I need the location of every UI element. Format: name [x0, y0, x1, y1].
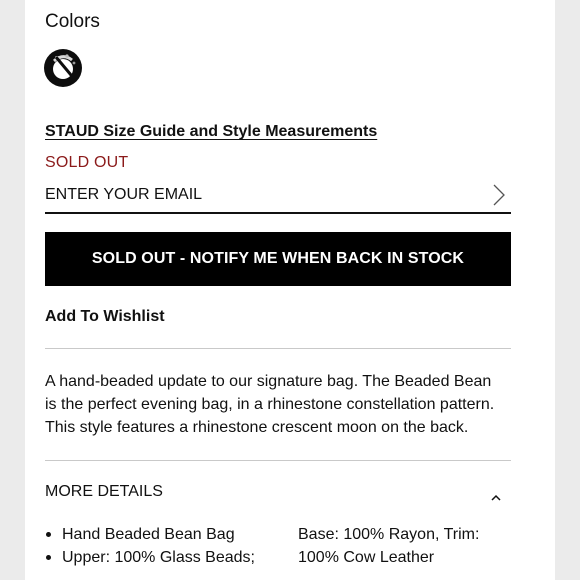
rhinestone-swatch-icon: [44, 49, 82, 87]
color-swatch-black[interactable]: [43, 48, 83, 88]
materials-text: Base: 100% Rayon, Trim: 100% Cow Leather: [298, 523, 518, 569]
email-signup-row: [45, 178, 511, 214]
chevron-right-icon[interactable]: [493, 184, 505, 206]
colors-label: Colors: [45, 11, 100, 32]
sold-out-status: SOLD OUT: [45, 154, 129, 171]
size-guide-link[interactable]: STAUD Size Guide and Style Measurements: [45, 123, 377, 141]
list-item: Upper: 100% Glass Beads;: [45, 546, 295, 569]
divider: [45, 460, 511, 461]
list-item: Hand Beaded Bean Bag: [45, 523, 295, 546]
description-line: A hand-beaded update to our signature ba…: [45, 373, 492, 390]
product-details-panel: Colors STAUD Size Guide and Style Measur…: [25, 0, 555, 580]
more-details-toggle[interactable]: MORE DETAILS: [45, 478, 511, 506]
description-line: is the perfect evening bag, in a rhinest…: [45, 396, 495, 413]
email-input[interactable]: [45, 182, 465, 208]
divider: [45, 348, 511, 349]
notify-me-button[interactable]: SOLD OUT - NOTIFY ME WHEN BACK IN STOCK: [45, 232, 511, 286]
details-bullet-list: Hand Beaded Bean Bag Upper: 100% Glass B…: [45, 523, 295, 569]
description-line: This style features a rhinestone crescen…: [45, 419, 469, 436]
materials-line: 100% Cow Leather: [298, 549, 435, 566]
more-details-label: MORE DETAILS: [45, 483, 163, 500]
chevron-up-icon: [491, 488, 501, 501]
add-to-wishlist-link[interactable]: Add To Wishlist: [45, 308, 165, 326]
product-description: A hand-beaded update to our signature ba…: [45, 370, 525, 439]
materials-line: Base: 100% Rayon, Trim:: [298, 526, 480, 543]
